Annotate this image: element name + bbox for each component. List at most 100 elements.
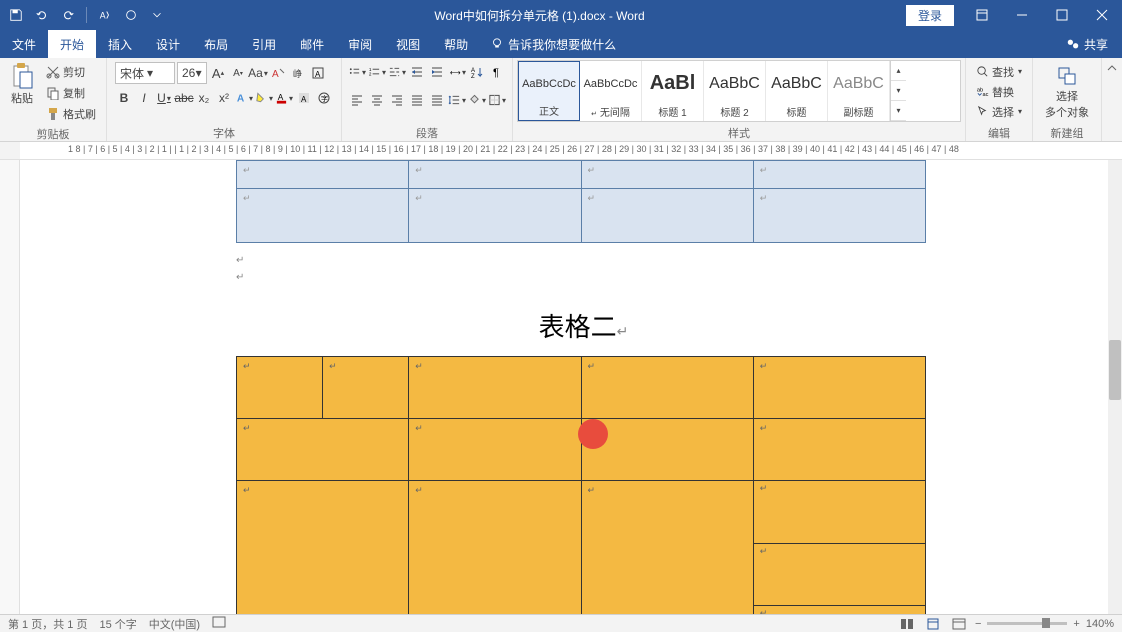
read-mode-button[interactable] xyxy=(897,616,917,632)
zoom-slider[interactable] xyxy=(987,622,1067,625)
style-title[interactable]: AaBbC标题 xyxy=(766,61,828,121)
numbering-button[interactable]: 12▾ xyxy=(368,62,386,82)
undo-button[interactable] xyxy=(30,3,54,27)
page[interactable]: ↵↵↵↵ ↵↵↵↵ 表格二 ↵ ↵ ↵ ↵ ↵ ↵ xyxy=(68,160,1068,614)
table-heading[interactable]: 表格二 xyxy=(236,307,931,344)
ribbon-display-button[interactable] xyxy=(962,0,1002,30)
replace-button[interactable]: abac替换 xyxy=(976,82,1014,101)
tab-mailings[interactable]: 邮件 xyxy=(288,30,336,58)
style-normal[interactable]: AaBbCcDc正文 xyxy=(518,61,580,121)
align-right-button[interactable] xyxy=(388,90,406,110)
document-scroll[interactable]: ↵↵↵↵ ↵↵↵↵ 表格二 ↵ ↵ ↵ ↵ ↵ ↵ xyxy=(20,160,1108,614)
decrease-indent-button[interactable] xyxy=(408,62,426,82)
qat-circle-icon[interactable] xyxy=(119,3,143,27)
save-button[interactable] xyxy=(4,3,28,27)
copy-button[interactable]: 复制 xyxy=(44,83,98,103)
word-count[interactable]: 15 个字 xyxy=(99,616,136,632)
table-one-partial[interactable]: ↵↵↵↵ ↵↵↵↵ xyxy=(236,160,926,243)
qat-customize[interactable] xyxy=(145,3,169,27)
gallery-down-button[interactable]: ▾ xyxy=(891,81,906,101)
borders-button[interactable]: ▾ xyxy=(488,90,506,110)
style-heading1[interactable]: AaBl标题 1 xyxy=(642,61,704,121)
horizontal-ruler[interactable]: 1 8 | 7 | 6 | 5 | 4 | 3 | 2 | 1 | | 1 | … xyxy=(0,142,1122,160)
highlight-button[interactable]: ▾ xyxy=(255,88,273,108)
tab-insert[interactable]: 插入 xyxy=(96,30,144,58)
zoom-level[interactable]: 140% xyxy=(1086,618,1114,630)
tab-home[interactable]: 开始 xyxy=(48,30,96,58)
maximize-button[interactable] xyxy=(1042,0,1082,30)
table-two[interactable]: ↵ ↵ ↵ ↵ ↵ ↵ ↵ ↵ ↵ ↵ ↵ ↵ xyxy=(236,356,926,614)
style-heading2[interactable]: AaBbC标题 2 xyxy=(704,61,766,121)
svg-text:A: A xyxy=(315,70,321,79)
font-name-combo[interactable]: 宋体▾ xyxy=(115,62,175,84)
scroll-thumb[interactable] xyxy=(1109,340,1121,400)
shrink-font-button[interactable]: A▾ xyxy=(229,63,247,83)
superscript-button[interactable]: x² xyxy=(215,88,233,108)
close-button[interactable] xyxy=(1082,0,1122,30)
macro-icon[interactable] xyxy=(212,616,226,631)
zoom-out-button[interactable]: − xyxy=(975,618,981,630)
collapse-ribbon-button[interactable] xyxy=(1102,58,1122,141)
select-button[interactable]: 选择 ▾ xyxy=(976,102,1022,121)
strikethrough-button[interactable]: abc xyxy=(175,88,193,108)
sort-button[interactable]: AZ xyxy=(468,62,486,82)
page-info[interactable]: 第 1 页，共 1 页 xyxy=(8,616,87,632)
tab-layout[interactable]: 布局 xyxy=(192,30,240,58)
paste-button[interactable]: 粘贴 xyxy=(4,60,40,108)
change-case-button[interactable]: Aa▾ xyxy=(249,63,267,83)
language-info[interactable]: 中文(中国) xyxy=(149,616,200,632)
gallery-up-button[interactable]: ▴ xyxy=(891,61,906,81)
clear-formatting-button[interactable]: A xyxy=(269,63,287,83)
tab-view[interactable]: 视图 xyxy=(384,30,432,58)
tab-references[interactable]: 引用 xyxy=(240,30,288,58)
asian-layout-button[interactable]: ⟷▾ xyxy=(448,62,466,82)
char-shading-button[interactable]: A xyxy=(295,88,313,108)
select-objects-button[interactable]: 选择 多个对象 xyxy=(1037,60,1097,125)
style-no-spacing[interactable]: AaBbCcDc↵ 无间隔 xyxy=(580,61,642,121)
touch-mode-button[interactable]: A xyxy=(93,3,117,27)
align-center-button[interactable] xyxy=(368,90,386,110)
share-icon xyxy=(1066,37,1080,51)
shading-button[interactable]: ▾ xyxy=(468,90,486,110)
web-layout-button[interactable] xyxy=(949,616,969,632)
char-border-button[interactable]: A xyxy=(309,63,327,83)
share-button[interactable]: 共享 xyxy=(1052,30,1122,58)
tab-review[interactable]: 审阅 xyxy=(336,30,384,58)
format-painter-button[interactable]: 格式刷 xyxy=(44,104,98,124)
increase-indent-button[interactable] xyxy=(428,62,446,82)
vertical-ruler[interactable] xyxy=(0,160,20,614)
style-subtitle[interactable]: AaBbC副标题 xyxy=(828,61,890,121)
print-layout-button[interactable] xyxy=(923,616,943,632)
italic-button[interactable]: I xyxy=(135,88,153,108)
multilevel-list-button[interactable]: ▾ xyxy=(388,62,406,82)
tab-help[interactable]: 帮助 xyxy=(432,30,480,58)
vertical-scrollbar[interactable] xyxy=(1108,160,1122,614)
login-button[interactable]: 登录 xyxy=(906,5,954,26)
bullets-button[interactable]: ▾ xyxy=(348,62,366,82)
grow-font-button[interactable]: A▴ xyxy=(209,63,227,83)
distributed-button[interactable] xyxy=(428,90,446,110)
justify-button[interactable] xyxy=(408,90,426,110)
font-size-combo[interactable]: 26▾ xyxy=(177,62,207,84)
zoom-in-button[interactable]: + xyxy=(1073,618,1079,630)
show-hide-button[interactable]: ¶ xyxy=(488,62,506,82)
tell-me-search[interactable]: 告诉我你想要做什么 xyxy=(480,30,626,58)
align-left-button[interactable] xyxy=(348,90,366,110)
font-color-button[interactable]: A▾ xyxy=(275,88,293,108)
bold-button[interactable]: B xyxy=(115,88,133,108)
gallery-more-button[interactable]: ▾ xyxy=(891,101,906,121)
subscript-button[interactable]: x₂ xyxy=(195,88,213,108)
redo-button[interactable] xyxy=(56,3,80,27)
cut-button[interactable]: 剪切 xyxy=(44,62,98,82)
underline-button[interactable]: U▾ xyxy=(155,88,173,108)
text-effects-button[interactable]: A▾ xyxy=(235,88,253,108)
tab-file[interactable]: 文件 xyxy=(0,30,48,58)
enclose-char-button[interactable]: 字 xyxy=(315,88,333,108)
phonetic-guide-button[interactable]: 峥 xyxy=(289,63,307,83)
zoom-slider-thumb[interactable] xyxy=(1042,618,1050,628)
find-button[interactable]: 查找 ▾ xyxy=(976,62,1022,81)
minimize-button[interactable] xyxy=(1002,0,1042,30)
svg-text:ac: ac xyxy=(982,92,988,98)
tab-design[interactable]: 设计 xyxy=(144,30,192,58)
line-spacing-button[interactable]: ▾ xyxy=(448,90,466,110)
